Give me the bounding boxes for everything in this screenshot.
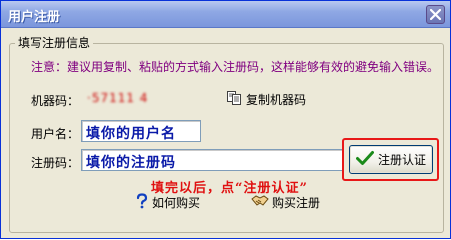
register-button[interactable]: 注册认证 [349, 145, 433, 174]
username-label: 用户名： [31, 127, 80, 141]
registration-dialog: 用户注册 填写注册信息 注意：建议用复制、粘贴的方式输入注册码，这样能够有效的避… [0, 0, 451, 239]
handshake-icon [251, 193, 269, 212]
regcode-label: 注册码： [31, 156, 80, 170]
window-title: 用户注册 [8, 10, 61, 25]
notice-text: 注意：建议用复制、粘贴的方式输入注册码，这样能够有效的避免输入错误。 [31, 60, 440, 74]
regcode-value: 填你的注册码 [86, 155, 176, 171]
machine-code-value: ·57111 4 [87, 91, 149, 105]
machine-code-label: 机器码： [31, 94, 80, 108]
close-button[interactable] [426, 5, 445, 24]
how-to-buy-link[interactable]: 如何购买 [135, 192, 201, 212]
groupbox-legend: 填写注册信息 [15, 34, 94, 51]
title-bar[interactable]: 用户注册 [1, 1, 450, 28]
buy-register-label: 购买注册 [272, 195, 321, 210]
register-button-label: 注册认证 [377, 153, 426, 167]
checkmark-icon [355, 150, 374, 169]
machine-code-field: ·57111 4 [83, 89, 201, 109]
copy-machine-code-button[interactable]: 复制机器码 [226, 90, 306, 108]
buy-register-link[interactable]: 购买注册 [251, 193, 320, 211]
regcode-input[interactable]: 填你的注册码 [81, 149, 343, 171]
help-icon [135, 192, 149, 212]
copy-machine-code-label: 复制机器码 [246, 92, 307, 107]
how-to-buy-label: 如何购买 [152, 195, 201, 210]
username-value: 填你的用户名 [86, 126, 176, 142]
copy-icon [226, 90, 242, 109]
username-input[interactable]: 填你的用户名 [81, 120, 201, 142]
